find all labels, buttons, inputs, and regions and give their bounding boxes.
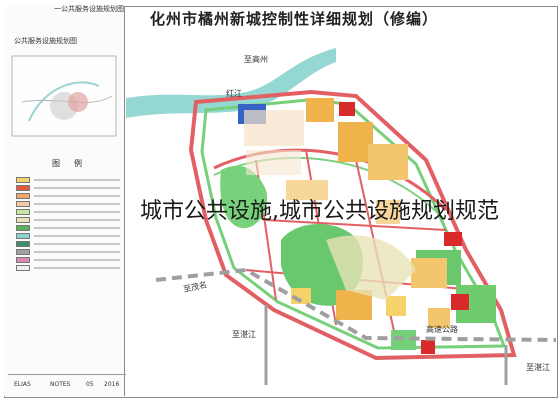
legend-item xyxy=(16,184,120,191)
legend-heading: 图例 xyxy=(52,159,96,168)
label-south-road-east: 至湛江 xyxy=(526,363,550,372)
location-map xyxy=(11,55,117,137)
side-corner-label: 一公共服务设施规划图 xyxy=(54,5,124,13)
title-block: ELIAS NOTES 05 2016 xyxy=(8,374,128,399)
legend-item xyxy=(16,192,120,199)
legend-item xyxy=(16,208,120,215)
legend-item xyxy=(16,256,120,263)
footer-cell: 05 xyxy=(86,381,94,388)
legend-item xyxy=(16,224,120,231)
legend-list xyxy=(16,176,120,272)
legend-item xyxy=(16,232,120,239)
side-panel: 一公共服务设施规划图 公共服务设施规划图 图例 ELIAS NOTES 05 2… xyxy=(4,5,128,399)
overlay-caption: 城市公共设施,城市公共设施规划规范 xyxy=(140,199,499,224)
label-south-road-west: 至湛江 xyxy=(232,330,256,339)
footer-cell: ELIAS xyxy=(14,381,31,388)
map-title: 化州市橘州新城控制性详细规划（修编） xyxy=(150,10,439,28)
footer-cell: 2016 xyxy=(104,381,120,388)
label-north-road: 至高州 xyxy=(244,54,268,64)
label-district-east: 高速公路 xyxy=(426,324,458,334)
legend-item xyxy=(16,176,120,183)
footer-cell: NOTES xyxy=(50,381,71,388)
label-river: 红江 xyxy=(226,88,242,98)
side-title: 公共服务设施规划图 xyxy=(14,37,77,45)
legend-item xyxy=(16,248,120,255)
legend-item xyxy=(16,216,120,223)
legend-item xyxy=(16,240,120,247)
legend-item xyxy=(16,264,120,271)
legend-item xyxy=(16,200,120,207)
